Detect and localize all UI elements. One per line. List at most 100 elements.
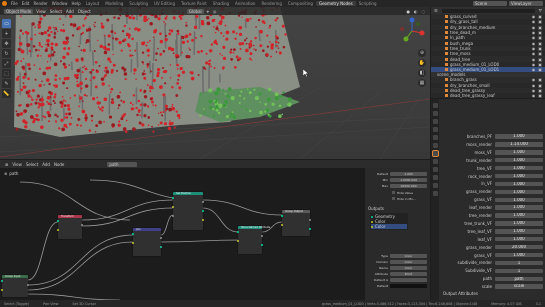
modifier-input-field[interactable]: 1.000 (495, 229, 543, 234)
shading-solid-icon[interactable]: ● (405, 9, 413, 14)
tab-sculpting[interactable]: Sculpting (126, 1, 151, 6)
tab-geometry-nodes[interactable]: Geometry Nodes (315, 1, 356, 6)
node-socket[interactable] (27, 284, 29, 286)
viewport-menu-object[interactable]: Object (76, 9, 93, 14)
scale-icon[interactable]: ⤢ (2, 59, 11, 68)
min-field[interactable]: -10000.000 (390, 177, 427, 182)
transform-icon[interactable]: ⬚ (2, 69, 11, 78)
node-link[interactable] (27, 221, 59, 281)
node-link[interactable] (202, 207, 239, 233)
tab-scripting[interactable]: Scripting (356, 1, 380, 6)
cursor-icon[interactable]: + (2, 29, 11, 38)
node-link[interactable] (160, 239, 241, 243)
camera-icon[interactable]: ◧ (418, 69, 426, 77)
hide-value-checkbox[interactable]: Hide Value (368, 190, 427, 195)
node-link[interactable] (81, 207, 174, 227)
output-item-color-selected[interactable]: Color (371, 224, 407, 229)
outliner-item[interactable]: grass_medium_01_LOD1 ◉ ▣ (431, 66, 545, 73)
modifier-input-field[interactable]: 1 (495, 268, 543, 274)
menu-help[interactable]: Help (69, 1, 82, 6)
node-group-output[interactable]: Group Output (281, 210, 311, 236)
node-socket[interactable] (202, 219, 204, 221)
modifier-input-field[interactable]: 1.000 (495, 213, 543, 218)
node-group-input[interactable]: Group Input (1, 275, 29, 297)
eye-icon[interactable]: ◉ (532, 67, 536, 72)
physics-tab-icon[interactable] (432, 167, 438, 172)
node-socket[interactable] (1, 279, 3, 282)
view-layer-selector[interactable]: ViewLayer (509, 1, 543, 6)
node-socket[interactable] (81, 224, 83, 226)
output-tab-icon[interactable] (432, 119, 438, 124)
select-box-icon[interactable]: ▭ (2, 19, 11, 28)
viewport-menu-select[interactable]: Select (48, 9, 64, 14)
modifier-input-field[interactable]: 20.000 (495, 244, 543, 250)
node-socket[interactable] (237, 239, 239, 242)
default-color-swatch[interactable] (390, 283, 427, 288)
modifier-input-field[interactable]: scale (495, 284, 543, 289)
node-socket[interactable] (1, 288, 3, 291)
node-socket[interactable] (261, 244, 263, 246)
object-mode-dropdown[interactable]: Object Mode (4, 8, 34, 14)
node-socket[interactable] (237, 230, 239, 233)
node-link[interactable] (27, 234, 134, 286)
node-socket[interactable] (172, 205, 174, 208)
pan-hand-icon[interactable]: ✋ (418, 59, 426, 67)
menu-edit[interactable]: Edit (20, 1, 32, 6)
attribute-dropdown[interactable]: Point (390, 271, 427, 276)
annotate-icon[interactable]: ✎ (2, 79, 11, 88)
modifier-input-field[interactable]: 1.000 (495, 197, 543, 202)
render-tab-icon[interactable] (432, 111, 438, 116)
default-field[interactable]: 1.000 (390, 171, 427, 176)
menu-render[interactable]: Render (31, 1, 49, 6)
proportional-icon[interactable]: ◎ (211, 9, 219, 14)
navigation-gizmo-icon[interactable] (398, 17, 426, 45)
viewport-menu-add[interactable]: Add (64, 9, 76, 14)
filter-icon[interactable]: ⛛ (539, 8, 542, 13)
hide-in-modifier-checkbox[interactable]: Hide in Mo... (368, 196, 427, 201)
node-socket[interactable] (160, 237, 162, 239)
tool-tab-icon[interactable] (432, 103, 438, 108)
node-socket[interactable] (172, 196, 174, 199)
node-socket[interactable] (202, 201, 204, 203)
output-attributes-header[interactable]: Output Attributes (443, 291, 478, 296)
max-field[interactable]: 10000.000 (390, 183, 427, 188)
modifier-input-field[interactable]: 1.14.000 (495, 142, 543, 147)
node-socket[interactable] (281, 214, 283, 217)
constraints-tab-icon[interactable] (432, 175, 438, 180)
modifier-input-field[interactable]: 1.000 (495, 150, 543, 155)
node-socket[interactable] (281, 223, 283, 226)
rotate-icon[interactable]: ↻ (2, 49, 11, 58)
modifier-input-field[interactable]: 1.000 (495, 165, 543, 171)
modifier-input-field[interactable]: 1.000 (495, 237, 543, 242)
node-socket[interactable] (309, 219, 311, 221)
node-store-named-attribute[interactable]: Store Named Attribute (237, 226, 270, 254)
node-socket[interactable] (309, 228, 311, 230)
move-icon[interactable]: ✥ (2, 39, 11, 48)
modifier-wrench-icon[interactable] (431, 150, 439, 157)
tab-uv-editing[interactable]: UV Editing (151, 1, 178, 6)
data-tab-icon[interactable] (432, 183, 438, 188)
outliner-item[interactable]: dead_tree_grassy_leaf ◉ ▣ (431, 93, 545, 98)
tab-texture-paint[interactable]: Texture Paint (178, 1, 210, 6)
modifier-input-field[interactable]: 1.000 (495, 189, 543, 195)
modifier-input-field[interactable]: 1.000 (495, 221, 543, 226)
tab-rendering[interactable]: Rendering (258, 1, 284, 6)
camera-render-icon[interactable]: ▣ (538, 67, 542, 72)
modifier-input-field[interactable]: 1.000 (495, 252, 543, 258)
camera-render-icon[interactable]: ▣ (538, 93, 542, 98)
blender-logo-icon[interactable] (2, 1, 7, 6)
shading-material-icon[interactable]: ◐ (412, 9, 420, 14)
modifier-input-field[interactable]: 1.000 (495, 158, 543, 163)
tab-compositing[interactable]: Compositing (285, 1, 316, 6)
outliner-search[interactable] (441, 8, 535, 13)
measure-icon[interactable]: 📏 (2, 89, 11, 98)
modifier-input-field[interactable]: 1.000 (495, 205, 543, 210)
transform-orientation[interactable]: Global (186, 8, 204, 14)
modifier-input-field[interactable]: 1 (495, 260, 543, 266)
tab-shading[interactable]: Shading (210, 1, 232, 6)
scene-selector[interactable]: Scene (473, 1, 507, 6)
domain-dropdown[interactable]: Color (390, 259, 427, 264)
world-tab-icon[interactable] (432, 135, 438, 140)
node-socket[interactable] (132, 241, 134, 244)
object-tab-icon[interactable] (432, 143, 438, 148)
